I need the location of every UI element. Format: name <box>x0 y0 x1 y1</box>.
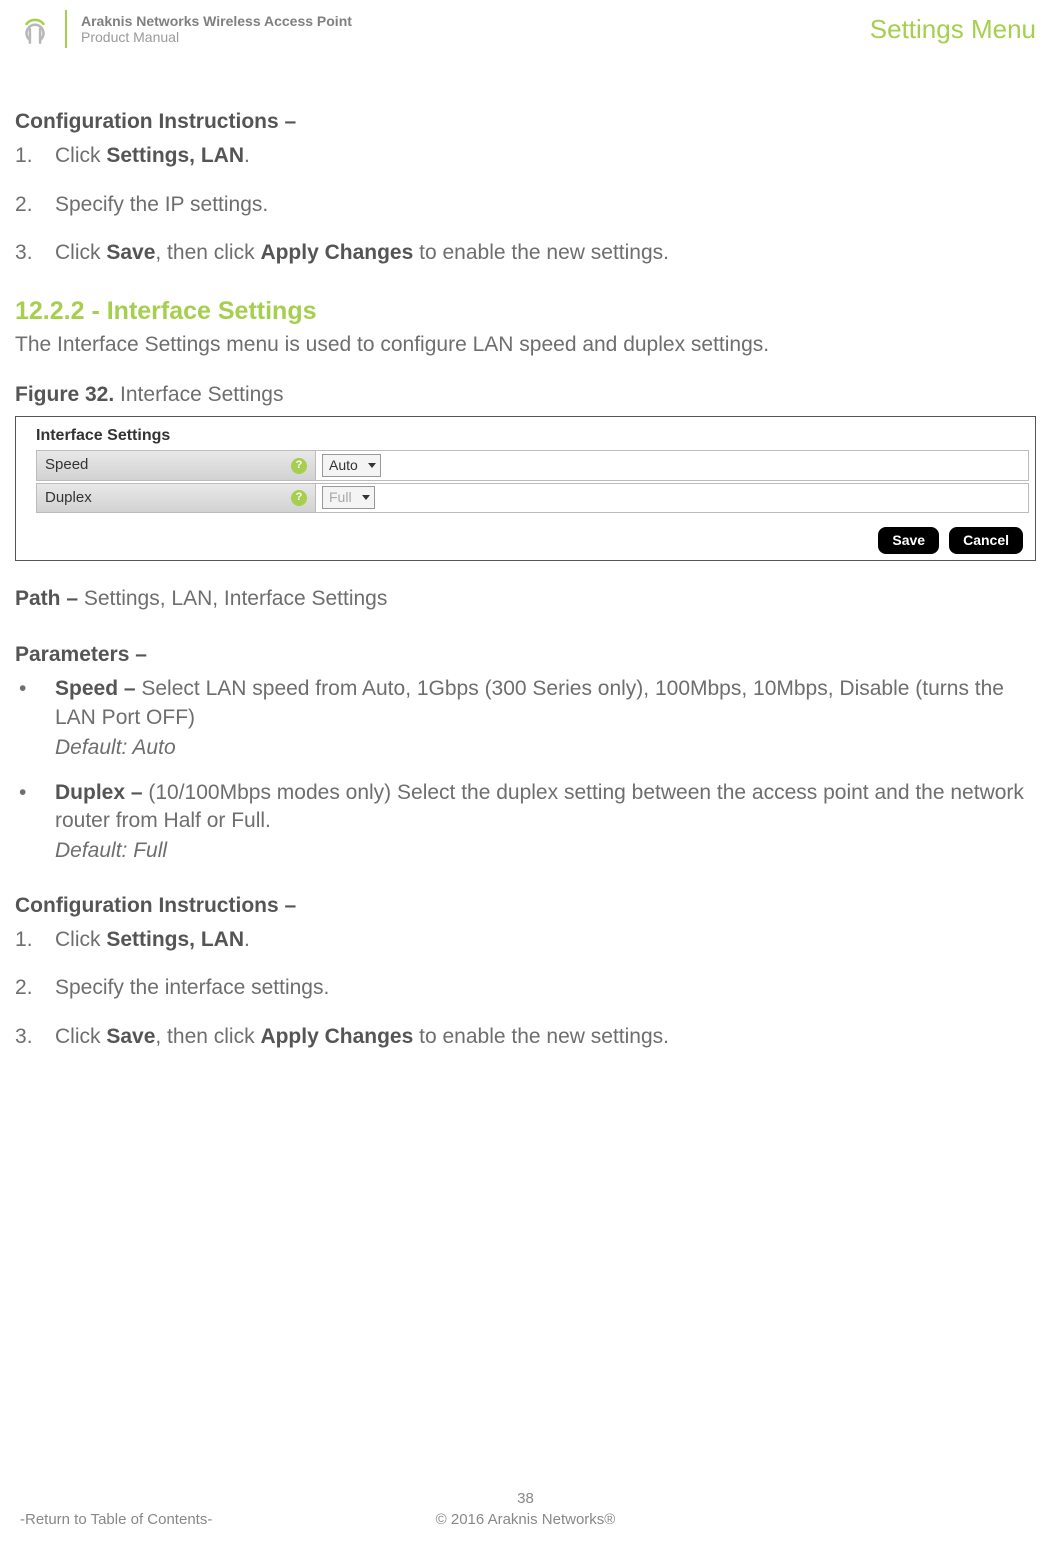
list-item: Click Save, then click Apply Changes to … <box>15 1023 1036 1051</box>
copyright: © 2016 Araknis Networks® <box>436 1511 616 1528</box>
parameters-list: Speed – Select LAN speed from Auto, 1Gbp… <box>15 675 1036 865</box>
save-button[interactable]: Save <box>878 527 939 554</box>
header-divider <box>65 10 67 48</box>
config-steps-2: Click Settings, LAN. Specify the interfa… <box>15 926 1036 1051</box>
list-item: Specify the IP settings. <box>15 191 1036 219</box>
page-number: 38 <box>0 1490 1051 1507</box>
duplex-row: Duplex ? Full <box>36 483 1029 513</box>
speed-select[interactable]: Auto <box>322 454 381 477</box>
brand-logo-icon <box>15 11 55 47</box>
figure-label: Figure 32. Interface Settings <box>15 381 1036 409</box>
config-steps-1: Click Settings, LAN. Specify the IP sett… <box>15 142 1036 267</box>
list-item: Click Settings, LAN. <box>15 926 1036 954</box>
chevron-down-icon <box>362 495 370 500</box>
list-item: Duplex – (10/100Mbps modes only) Select … <box>15 779 1036 866</box>
duplex-label: Duplex ? <box>36 483 316 513</box>
list-item: Click Save, then click Apply Changes to … <box>15 239 1036 267</box>
path-line: Path – Settings, LAN, Interface Settings <box>15 585 1036 613</box>
section-name: Settings Menu <box>870 14 1036 45</box>
page-footer: 38 © 2016 Araknis Networks® -Return to T… <box>0 1490 1051 1528</box>
return-to-toc-link[interactable]: -Return to Table of Contents- <box>20 1511 212 1528</box>
help-icon[interactable]: ? <box>291 458 307 474</box>
header-title: Araknis Networks Wireless Access Point <box>81 13 352 29</box>
list-item: Click Settings, LAN. <box>15 142 1036 170</box>
config-instructions-heading-1: Configuration Instructions – <box>15 108 1036 136</box>
list-item: Specify the interface settings. <box>15 974 1036 1002</box>
panel-title: Interface Settings <box>36 425 1029 447</box>
parameters-heading: Parameters – <box>15 641 1036 669</box>
interface-settings-screenshot: Interface Settings Speed ? Auto Duplex ? <box>15 416 1036 561</box>
config-instructions-heading-2: Configuration Instructions – <box>15 892 1036 920</box>
section-heading: 12.2.2 - Interface Settings <box>15 295 1036 329</box>
speed-row: Speed ? Auto <box>36 450 1029 480</box>
duplex-select[interactable]: Full <box>322 486 375 509</box>
chevron-down-icon <box>368 463 376 468</box>
list-item: Speed – Select LAN speed from Auto, 1Gbp… <box>15 675 1036 762</box>
page-header: Araknis Networks Wireless Access Point P… <box>15 10 1036 48</box>
help-icon[interactable]: ? <box>291 490 307 506</box>
header-subtitle: Product Manual <box>81 29 352 45</box>
cancel-button[interactable]: Cancel <box>949 527 1023 554</box>
section-intro: The Interface Settings menu is used to c… <box>15 331 1036 359</box>
speed-label: Speed ? <box>36 450 316 480</box>
